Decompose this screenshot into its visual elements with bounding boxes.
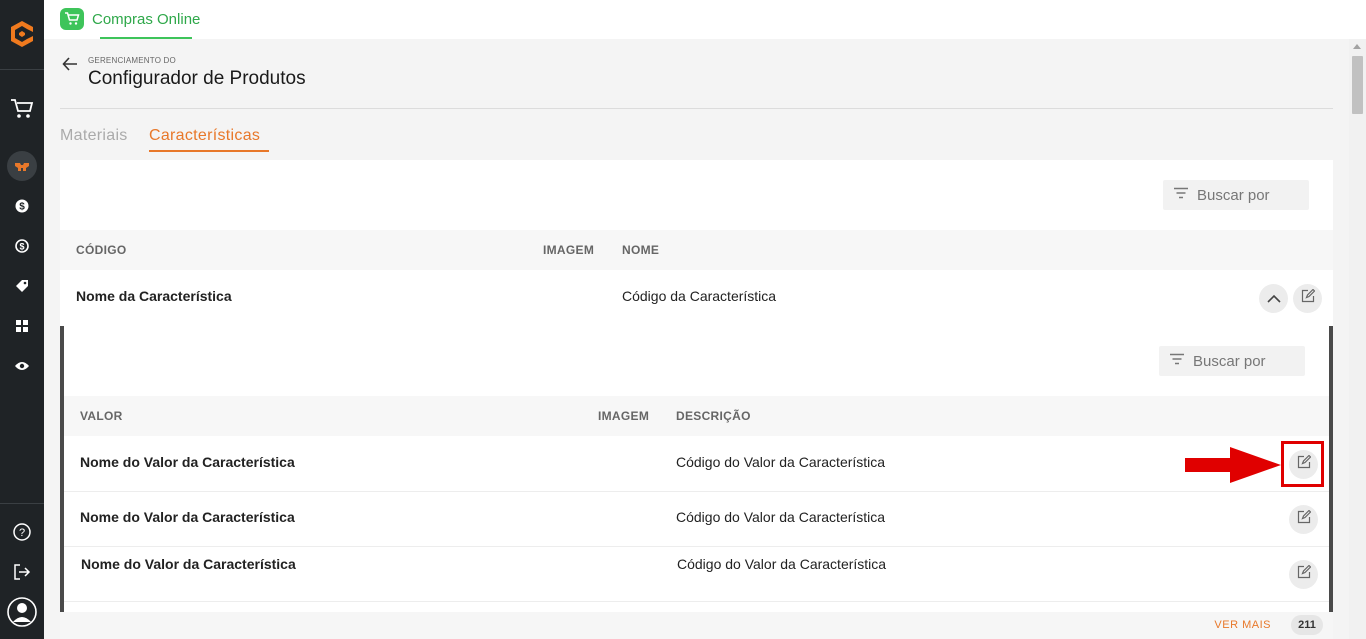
scrollbar-thumb[interactable] [1352,56,1363,114]
characteristics-card: Buscar por CÓDIGO IMAGEM NOME Nome da Ca… [60,160,1333,639]
top-bar: Compras Online [44,0,1366,39]
page-title: Configurador de Produtos [88,68,306,89]
tag-icon[interactable] [0,271,44,301]
breadcrumb: GERENCIAMENTO DO [88,56,176,65]
annotation-highlight-box [1281,441,1324,487]
values-subpanel: Buscar por VALOR IMAGEM DESCRIÇÃO Nome d… [60,326,1333,612]
row-divider [64,546,1329,547]
back-arrow-icon[interactable] [62,56,78,77]
tab-materiais[interactable]: Materiais [60,127,128,145]
value-name: Nome do Valor da Característica [80,509,295,525]
value-description: Código do Valor da Característica [677,556,887,572]
values-search-input[interactable]: Buscar por [1159,346,1305,376]
svg-text:?: ? [19,527,25,539]
tab-caracteristicas[interactable]: Características [149,127,260,145]
value-description: Código do Valor da Característica [676,509,886,525]
column-header-descricao[interactable]: DESCRIÇÃO [676,409,751,423]
ver-mais-link[interactable]: VER MAIS [1214,619,1271,631]
help-icon[interactable]: ? [0,517,44,547]
scroll-up-arrow-icon[interactable] [1353,44,1361,49]
annotation-arrow-icon [1184,445,1282,490]
edit-value-button[interactable] [1289,505,1318,534]
logout-icon[interactable] [0,557,44,587]
eye-icon[interactable] [0,351,44,381]
sidebar-divider [0,69,44,70]
column-header-nome[interactable]: NOME [622,243,659,257]
chevron-up-icon [1266,290,1281,308]
edit-icon [1297,509,1311,529]
value-name: Nome do Valor da Característica [80,454,295,470]
value-description: Código do Valor da Característica [676,454,886,470]
search-input[interactable]: Buscar por [1163,180,1309,210]
edit-icon [1297,564,1311,584]
value-name: Nome do Valor da Característica [81,556,296,572]
edit-value-button[interactable] [1289,560,1318,589]
page-scrollbar[interactable] [1349,39,1366,639]
collapse-button[interactable] [1259,284,1288,313]
edit-icon [1301,288,1315,308]
shopping-cart-icon[interactable] [60,8,84,30]
subpanel-border [1329,326,1333,612]
sidebar: $ $ ? [0,0,44,639]
column-header-imagem[interactable]: IMAGEM [543,243,594,257]
svg-text:$: $ [19,202,25,213]
exchange-icon[interactable]: $ [0,231,44,261]
values-table-header: VALOR IMAGEM DESCRIÇÃO [64,396,1329,436]
active-tab-indicator [149,150,269,152]
main-content: GERENCIAMENTO DO Configurador de Produto… [44,39,1349,639]
configurator-icon[interactable] [0,151,44,181]
search-placeholder: Buscar por [1193,352,1266,370]
filter-icon [1173,186,1189,204]
sidebar-divider [0,503,44,504]
cart-icon[interactable] [0,94,44,124]
grid-icon[interactable] [0,311,44,341]
logo-icon[interactable] [6,18,38,50]
search-placeholder: Buscar por [1197,186,1270,204]
row-divider [64,491,1329,492]
table-header: CÓDIGO IMAGEM NOME [60,230,1333,270]
subpanel-border [60,326,64,612]
column-header-valor[interactable]: VALOR [80,409,123,423]
svg-text:$: $ [19,242,24,252]
count-badge: 211 [1291,615,1323,635]
filter-icon [1169,352,1185,370]
characteristic-name: Código da Característica [622,288,777,304]
column-header-codigo[interactable]: CÓDIGO [76,243,126,257]
table-footer: VER MAIS 211 [60,612,1333,639]
edit-characteristic-button[interactable] [1293,284,1322,313]
app-title[interactable]: Compras Online [92,11,200,28]
dollar-icon[interactable]: $ [0,191,44,221]
title-divider [60,108,1333,109]
row-divider [64,601,1329,602]
characteristic-code: Nome da Característica [76,288,232,304]
user-avatar-icon[interactable] [0,596,44,628]
column-header-imagem[interactable]: IMAGEM [598,409,649,423]
